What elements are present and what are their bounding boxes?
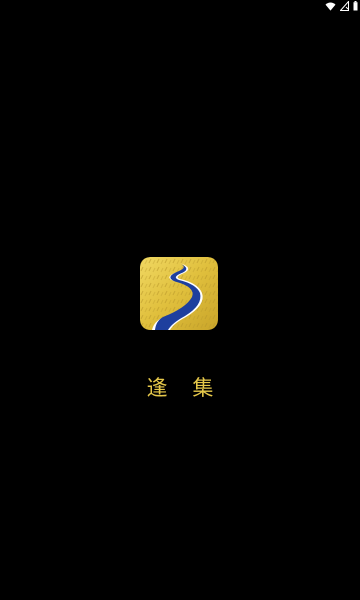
wifi-icon [325, 2, 336, 11]
app-name: 逢 集 [146, 376, 223, 400]
signal-icon [340, 1, 349, 11]
battery-icon [353, 1, 358, 11]
status-icons [325, 1, 358, 11]
app-logo [140, 257, 218, 330]
status-bar [0, 0, 360, 14]
splash-screen: { "status_bar": { "icons": ["wifi-icon",… [0, 0, 360, 600]
